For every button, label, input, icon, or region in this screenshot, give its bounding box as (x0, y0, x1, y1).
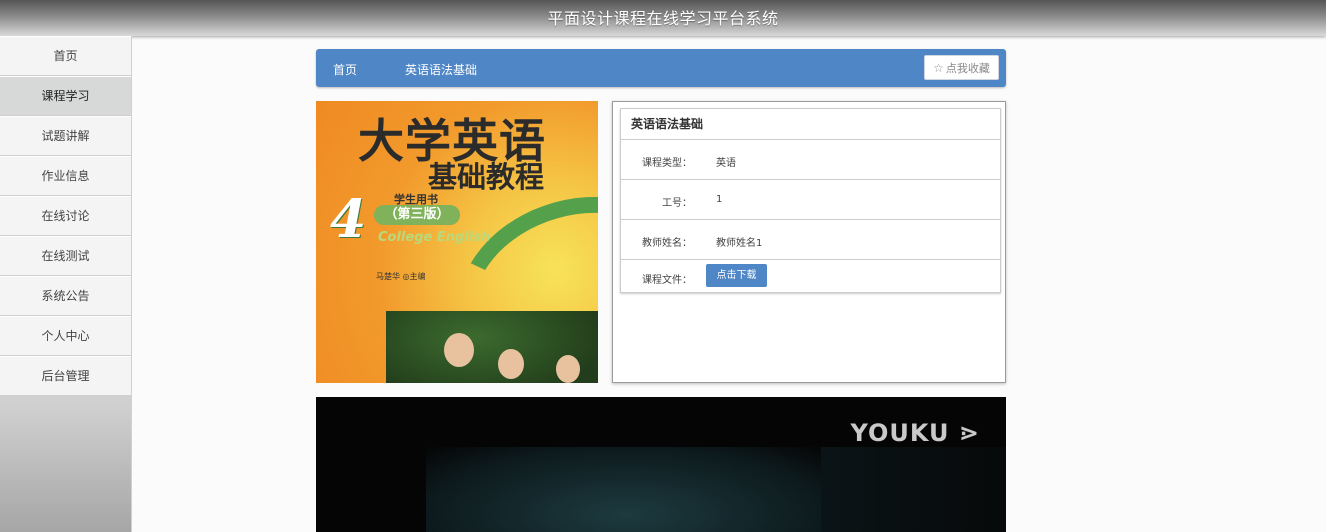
cover-author: 马楚华 ◎主编 (376, 272, 426, 281)
course-info-table: 英语语法基础 课程类型： 英语 工号： 1 教师姓名： 教师姓名1 课程文件： … (620, 108, 1001, 293)
info-row-teacher-name: 教师姓名： 教师姓名1 (621, 220, 1000, 260)
sidebar-item-course-study[interactable]: 课程学习 (0, 76, 131, 116)
video-frame (821, 447, 1006, 532)
favorite-button-label: 点我收藏 (945, 62, 990, 75)
breadcrumb: 首页 英语语法基础 ☆ 点我收藏 (316, 49, 1006, 87)
youku-logo: YOUKU ⋗ (850, 419, 980, 447)
cover-english-title: College English (378, 230, 491, 245)
cover-face (498, 349, 524, 379)
cover-photo-students (386, 311, 598, 383)
info-value: 英语 (716, 158, 736, 169)
star-outline-icon: ☆ (933, 61, 944, 75)
cover-edition: （第三版） (374, 205, 460, 225)
cover-face (444, 333, 474, 367)
sidebar-item-exam-explain[interactable]: 试题讲解 (0, 116, 131, 156)
video-frame (426, 447, 826, 532)
site-title: 平面设计课程在线学习平台系统 (547, 9, 779, 28)
sidebar-item-announcement[interactable]: 系统公告 (0, 276, 131, 316)
course-info-title: 英语语法基础 (621, 109, 1000, 140)
info-key: 工号： (662, 198, 692, 209)
sidebar-item-admin[interactable]: 后台管理 (0, 356, 131, 396)
sidebar-item-homework[interactable]: 作业信息 (0, 156, 131, 196)
breadcrumb-home-link[interactable]: 首页 (333, 61, 357, 78)
info-value: 1 (716, 194, 723, 205)
info-key: 教师姓名： (642, 238, 692, 249)
sidebar-nav: 首页 课程学习 试题讲解 作业信息 在线讨论 在线测试 系统公告 个人中心 后台… (0, 36, 132, 532)
info-key: 课程文件： (642, 275, 692, 286)
video-player[interactable]: YOUKU ⋗ (316, 397, 1006, 532)
favorite-button[interactable]: ☆ 点我收藏 (924, 55, 999, 80)
course-info-panel: 英语语法基础 课程类型： 英语 工号： 1 教师姓名： 教师姓名1 课程文件： … (612, 101, 1006, 383)
sidebar-item-online-test[interactable]: 在线测试 (0, 236, 131, 276)
info-row-course-file: 课程文件： 点击下载 (621, 260, 1000, 292)
cover-subtitle: 基础教程 (428, 160, 545, 194)
sidebar-item-discussion[interactable]: 在线讨论 (0, 196, 131, 236)
top-header: 平面设计课程在线学习平台系统 (0, 0, 1326, 36)
breadcrumb-current: 英语语法基础 (405, 63, 478, 77)
course-cover-image: 大学英语 基础教程 4 学生用书 （第三版） College English 马… (316, 101, 598, 383)
info-row-staff-id: 工号： 1 (621, 180, 1000, 220)
cover-face (556, 355, 580, 383)
info-key: 课程类型： (642, 158, 692, 169)
sidebar-item-personal-center[interactable]: 个人中心 (0, 316, 131, 356)
download-button[interactable]: 点击下载 (706, 264, 767, 287)
info-row-course-type: 课程类型： 英语 (621, 140, 1000, 180)
cover-volume-number: 4 (330, 189, 367, 250)
sidebar-item-home[interactable]: 首页 (0, 36, 131, 76)
info-value: 教师姓名1 (716, 238, 763, 249)
